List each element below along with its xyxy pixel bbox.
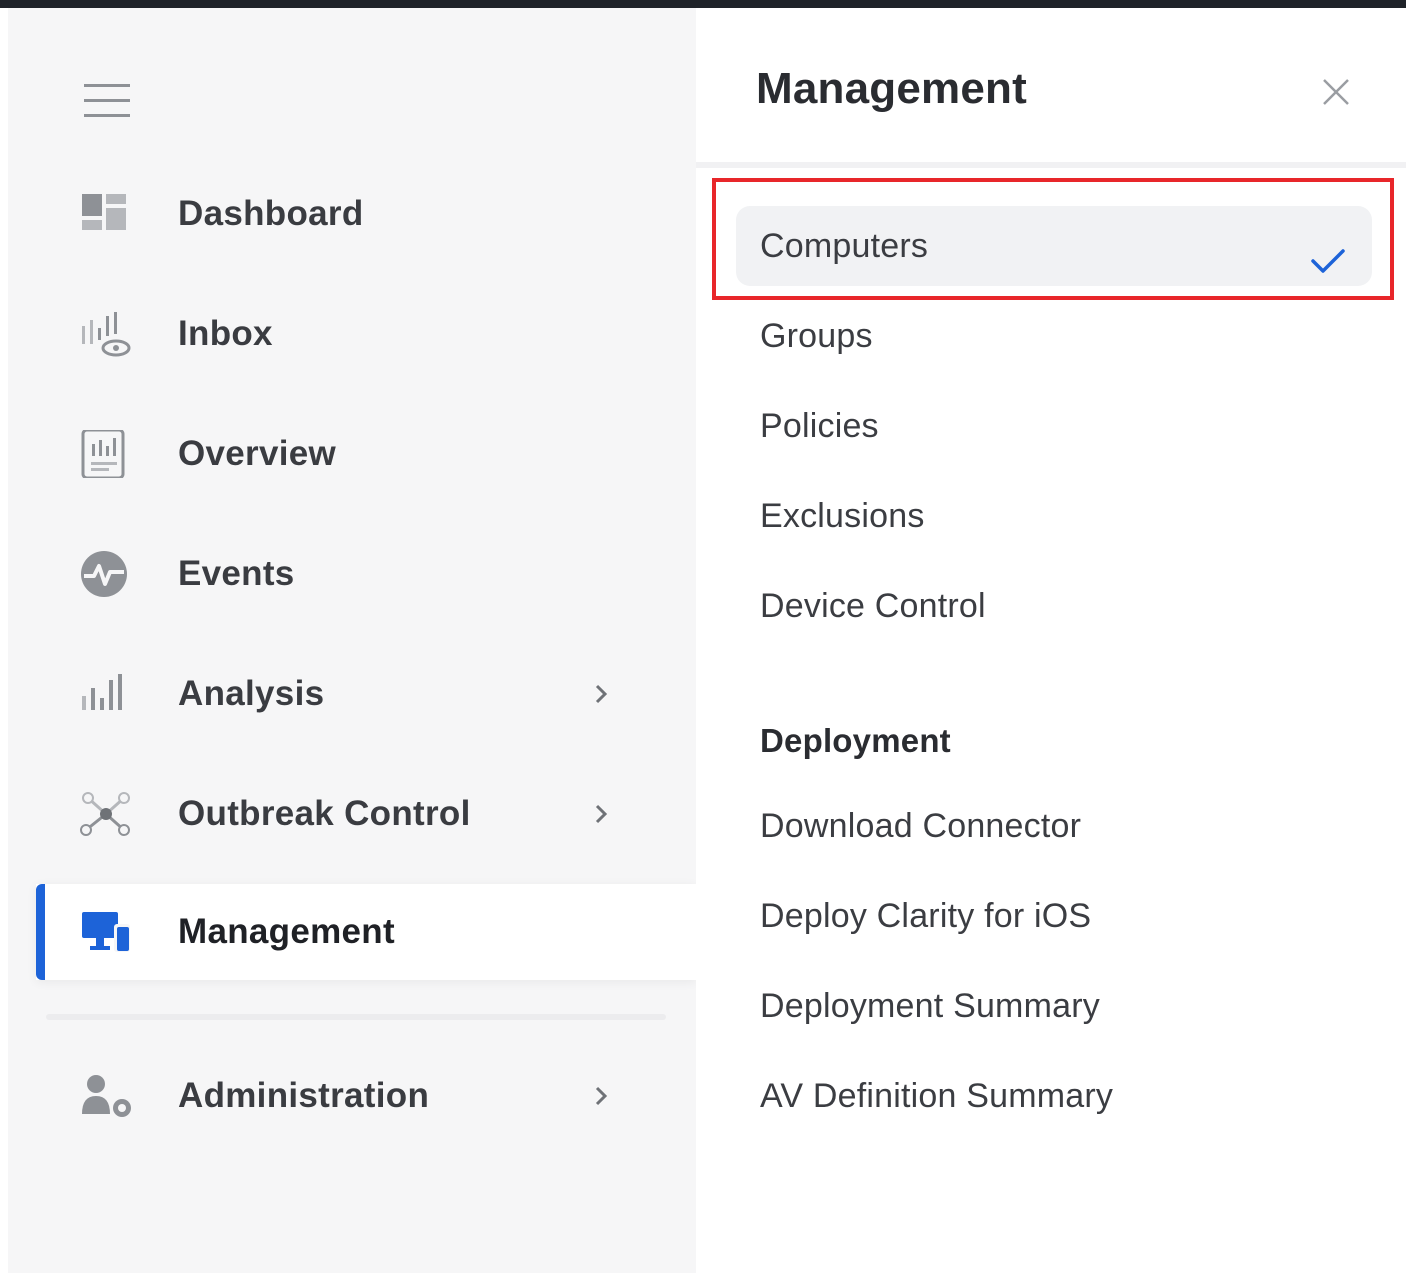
- sidebar-item-label: Inbox: [178, 314, 273, 353]
- sidebar-item-management[interactable]: Management: [36, 884, 696, 980]
- close-button[interactable]: [1314, 70, 1358, 114]
- sidebar-divider: [46, 1014, 666, 1020]
- heartbeat-icon: [80, 550, 134, 598]
- menu-item-label: Computers: [760, 227, 929, 265]
- sidebar-item-outbreak-control[interactable]: Outbreak Control: [36, 766, 696, 862]
- menu-item-av-definition-summary[interactable]: AV Definition Summary: [736, 1056, 1372, 1136]
- menu-item-deployment-summary[interactable]: Deployment Summary: [736, 966, 1372, 1046]
- devices-icon: [80, 908, 134, 956]
- menu-item-label: Exclusions: [760, 497, 925, 535]
- menu-item-label: AV Definition Summary: [760, 1077, 1114, 1115]
- sidebar-item-dashboard[interactable]: Dashboard: [36, 166, 696, 262]
- menu-item-label: Device Control: [760, 587, 986, 625]
- network-icon: [80, 790, 134, 838]
- sidebar-item-label: Events: [178, 554, 295, 593]
- chevron-right-icon: [584, 1078, 620, 1114]
- panel-header-separator: [696, 162, 1406, 168]
- sidebar-item-analysis[interactable]: Analysis: [36, 646, 696, 742]
- menu-item-download-connector[interactable]: Download Connector: [736, 786, 1372, 866]
- menu-item-label: Groups: [760, 317, 873, 355]
- section-header-deployment: Deployment: [760, 722, 951, 759]
- sidebar-item-events[interactable]: Events: [36, 526, 696, 622]
- sidebar-item-overview[interactable]: Overview: [36, 406, 696, 502]
- menu-item-label: Policies: [760, 407, 879, 445]
- sidebar-item-label: Outbreak Control: [178, 794, 471, 833]
- menu-item-label: Deployment Summary: [760, 987, 1100, 1025]
- hamburger-icon: [84, 84, 130, 117]
- panel-title: Management: [756, 64, 1027, 113]
- sidebar-item-inbox[interactable]: Inbox: [36, 286, 696, 382]
- chevron-right-icon: [584, 676, 620, 712]
- menu-item-device-control[interactable]: Device Control: [736, 566, 1372, 646]
- report-icon: [80, 428, 134, 480]
- bar-chart-icon: [80, 670, 134, 718]
- menu-item-policies[interactable]: Policies: [736, 386, 1372, 466]
- window-top-bar: [0, 0, 1406, 8]
- close-icon: [1323, 79, 1349, 105]
- sidebar-item-label: Dashboard: [178, 194, 364, 233]
- management-flyout-panel: Management Computers Groups Policies Exc…: [696, 8, 1406, 1273]
- menu-item-label: Deploy Clarity for iOS: [760, 897, 1092, 935]
- sidebar-item-label: Overview: [178, 434, 337, 473]
- chevron-right-icon: [584, 796, 620, 832]
- inbox-eye-icon: [80, 310, 134, 358]
- menu-item-label: Download Connector: [760, 807, 1082, 845]
- menu-item-groups[interactable]: Groups: [736, 296, 1372, 376]
- dashboard-icon: [80, 190, 134, 238]
- menu-item-deploy-clarity-ios[interactable]: Deploy Clarity for iOS: [736, 876, 1372, 956]
- sidebar-item-label: Management: [178, 912, 395, 951]
- window-left-edge: [0, 8, 8, 1273]
- sidebar-item-label: Analysis: [178, 674, 325, 713]
- hamburger-menu-button[interactable]: [84, 76, 132, 124]
- menu-item-computers[interactable]: Computers: [736, 206, 1372, 286]
- sidebar-item-label: Administration: [178, 1076, 430, 1115]
- menu-item-exclusions[interactable]: Exclusions: [736, 476, 1372, 556]
- sidebar-item-administration[interactable]: Administration: [36, 1048, 696, 1144]
- sidebar: Dashboard Inbox Overview Events Analysis…: [8, 8, 696, 1273]
- user-gear-icon: [80, 1072, 134, 1120]
- checkmark-icon: [1308, 228, 1348, 273]
